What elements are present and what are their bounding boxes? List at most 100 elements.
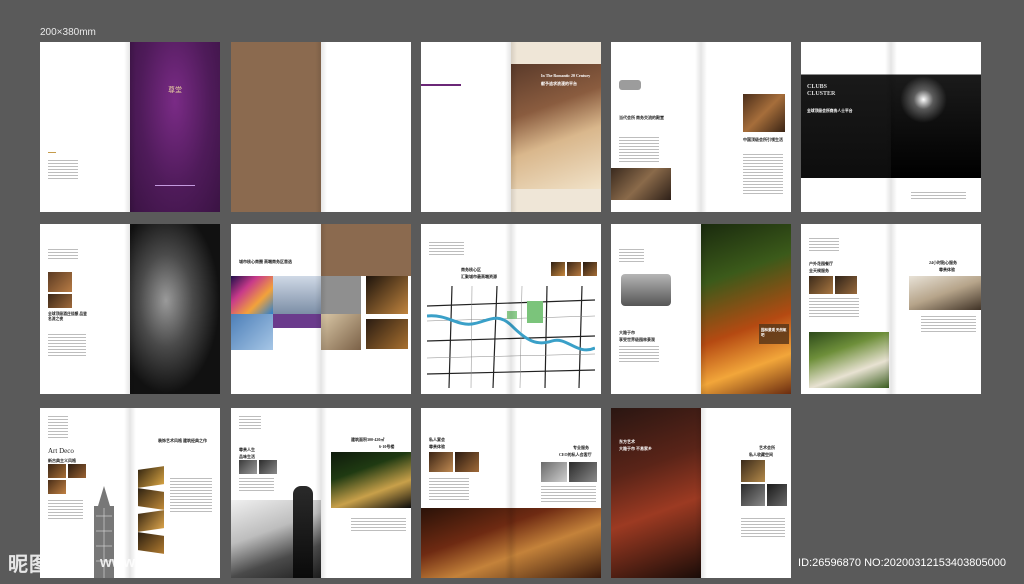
skyscraper-photo [273, 276, 321, 314]
collage-4 [138, 532, 164, 554]
villa-photo [909, 276, 981, 310]
photo-1 [541, 462, 567, 482]
nipic-logo: 昵图网 [8, 552, 71, 576]
spread-brown-intro[interactable] [231, 42, 411, 212]
right-page: 装饰艺术风格 建筑经典之作 [130, 408, 220, 578]
spine-fold [124, 224, 136, 394]
image-id: ID:26596870 NO:20200312153403805000 [798, 557, 1006, 569]
right-page: 艺术会所 私人收藏空间 [701, 408, 791, 578]
photo-3 [48, 480, 66, 494]
map-subheading: 汇聚城市最高端资源 [461, 274, 497, 279]
business-heading-right: 中国顶级会所引领生活 [743, 137, 783, 142]
spread-clubs-cluster[interactable]: CLUBS CLUSTER 全球顶级会所商务人士平台 [801, 42, 981, 212]
left-page: 全球顶级酒庄佳酿 品鉴名流之夜 [40, 224, 130, 394]
small-heading [429, 242, 464, 256]
small-heading [48, 416, 68, 438]
business-heading-left: 当代会所 商务交流的殿堂 [619, 115, 664, 120]
spine-fold [315, 408, 327, 578]
lanterns-photo: 东方艺术 大隐于市 不易家乡 [611, 408, 701, 578]
left-page: 户外花园餐厅 全天候服务 [801, 224, 891, 394]
spread-city-overview[interactable]: 城市核心商圈 高端商务区首选 [231, 224, 411, 394]
spine-fold [695, 224, 707, 394]
cover-footer-line [155, 185, 195, 186]
body-text [921, 316, 976, 334]
clubs-cluster-caption: 全球顶级会所商务人士平台 [807, 109, 853, 113]
body-text [48, 334, 86, 356]
gray-block [321, 276, 361, 314]
deco-subheading: 新古典主义风格 [48, 458, 76, 463]
spread-outdoor-dining[interactable]: 户外花园餐厅 全天候服务 24小时贴心服务 尊贵体验 [801, 224, 981, 394]
spread-vintage-car-park[interactable]: 大隐于市 享受世界级园林景观 园林景观 天然氧吧 [611, 224, 791, 394]
purple-block [273, 314, 321, 328]
deco-heading-right: 装饰艺术风格 建筑经典之作 [158, 438, 207, 443]
park-heading: 大隐于市 [619, 330, 635, 335]
left-page [421, 42, 511, 212]
lantern-subheading-right: 私人收藏空间 [749, 452, 773, 457]
body-text [741, 518, 785, 538]
photo-1 [551, 262, 565, 276]
spine-fold [695, 42, 707, 212]
interior-photo-2 [366, 319, 408, 349]
spine-fold [885, 224, 897, 394]
map-heading: 商务核心区 [461, 267, 481, 272]
deco-heading: Art Deco [48, 447, 74, 455]
car-heading: 尊贵人生 [239, 447, 255, 452]
photo-2 [569, 462, 597, 482]
body-text [48, 500, 83, 520]
brown-page [231, 42, 321, 212]
wine-glass-photo [130, 224, 220, 394]
photo-1 [239, 460, 257, 474]
spread-cover[interactable]: 尊堂 [40, 42, 220, 212]
body-text [809, 298, 859, 318]
spread-restaurant-interior[interactable]: 私人宴会 尊贵体验 专业服务 CEO的私人会客厅 [421, 408, 601, 578]
cover-small-text [48, 160, 78, 180]
left-page [801, 42, 891, 212]
small-heading [619, 249, 644, 263]
photo-2 [68, 464, 86, 478]
spread-location-map[interactable]: 商务核心区 汇聚城市最高端资源 [421, 224, 601, 394]
collage-1 [138, 466, 164, 488]
right-page: 中国顶级会所引领生活 [701, 42, 791, 212]
garden-path-photo: 园林景观 天然氧吧 [701, 224, 791, 394]
dining-subheading-right: 尊贵体验 [939, 267, 955, 272]
lantern-heading-right: 艺术会所 [759, 445, 775, 450]
body-text [743, 154, 783, 194]
banquet-heading-right: 专业服务 [573, 445, 589, 450]
cover-front-page: 尊堂 [130, 42, 220, 212]
city-heading: 城市核心商圈 高端商务区首选 [239, 259, 292, 264]
spine-fold [505, 224, 517, 394]
lounge-photo [48, 294, 72, 308]
body-text [619, 137, 659, 162]
illustration-heading-cn: 献予追求浪漫的平台 [541, 81, 577, 86]
spread-chinese-lanterns[interactable]: 东方艺术 大隐于市 不易家乡 艺术会所 私人收藏空间 [611, 408, 791, 578]
car-subheading: 品味生活 [239, 454, 255, 459]
spine-fold [505, 42, 517, 212]
size-label: 200×380mm [40, 27, 96, 38]
park-overlay-text: 园林景观 天然氧吧 [761, 328, 787, 337]
illustration-page: In The Romantic 20 Century 献予追求浪漫的平台 [511, 42, 601, 212]
small-heading [48, 249, 78, 261]
spread-art-deco-illustration[interactable]: In The Romantic 20 Century 献予追求浪漫的平台 [421, 42, 601, 212]
body-text [619, 346, 659, 364]
lounge-photo [743, 94, 785, 132]
spread-wine-glass[interactable]: 全球顶级酒庄佳酿 品鉴名流之夜 [40, 224, 220, 394]
body-text [239, 478, 274, 492]
night-villa-photo [331, 452, 411, 508]
garden-party-photo [809, 332, 889, 388]
small-heading [809, 238, 839, 252]
mall-photo [321, 314, 361, 350]
blank-page [321, 42, 411, 212]
park-subheading: 享受世界级园林景观 [619, 337, 655, 342]
left-page: 大隐于市 享受世界级园林景观 [611, 224, 701, 394]
photo-1 [809, 276, 833, 294]
spine-fold [505, 408, 517, 578]
left-page: 当代会所 商务交流的殿堂 [611, 42, 701, 212]
dinner-photo [611, 168, 671, 200]
lounge-photo [455, 452, 479, 472]
spread-business-club[interactable]: 当代会所 商务交流的殿堂 中国顶级会所引领生活 [611, 42, 791, 212]
spine-fold [124, 42, 136, 212]
vintage-car-image [621, 274, 671, 306]
illustration-heading-en: In The Romantic 20 Century [541, 73, 591, 78]
brown-block [321, 224, 411, 276]
spread-luxury-car[interactable]: 尊贵人生 品味生活 建筑面积300-420㎡ 6-10号楼 [231, 408, 411, 578]
